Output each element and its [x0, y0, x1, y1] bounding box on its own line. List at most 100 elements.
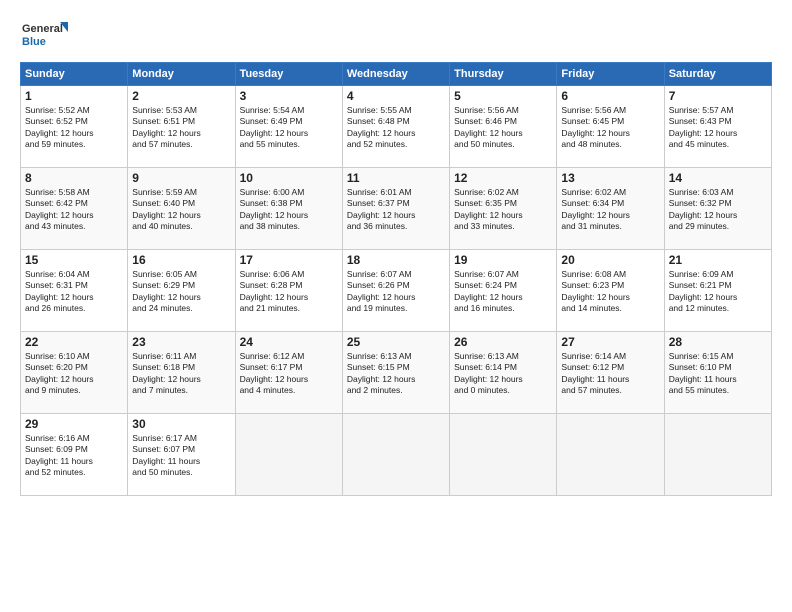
week-row-3: 15Sunrise: 6:04 AMSunset: 6:31 PMDayligh… — [21, 250, 772, 332]
day-number: 25 — [347, 335, 445, 349]
day-cell: 24 Sunrise: 6:12 AMSunset: 6:17 PMDayligh… — [235, 332, 342, 414]
svg-text:Blue: Blue — [22, 36, 46, 48]
col-header-monday: Monday — [128, 63, 235, 86]
day-number: 2 — [132, 89, 230, 103]
day-cell: 5 Sunrise: 5:56 AMSunset: 6:46 PMDaylight… — [450, 86, 557, 168]
day-number: 5 — [454, 89, 552, 103]
day-info: Sunrise: 6:03 AMSunset: 6:32 PMDaylight:… — [669, 187, 767, 233]
col-header-friday: Friday — [557, 63, 664, 86]
day-number: 6 — [561, 89, 659, 103]
day-number: 22 — [25, 335, 123, 349]
day-info: Sunrise: 6:13 AMSunset: 6:14 PMDaylight:… — [454, 351, 552, 397]
day-cell: 16 Sunrise: 6:05 AMSunset: 6:29 PMDayligh… — [128, 250, 235, 332]
day-cell: 26 Sunrise: 6:13 AMSunset: 6:14 PMDayligh… — [450, 332, 557, 414]
day-info: Sunrise: 5:56 AMSunset: 6:46 PMDaylight:… — [454, 105, 552, 151]
day-number: 14 — [669, 171, 767, 185]
svg-text:General: General — [22, 23, 63, 35]
day-number: 29 — [25, 417, 123, 431]
calendar-table: SundayMondayTuesdayWednesdayThursdayFrid… — [20, 62, 772, 496]
col-header-thursday: Thursday — [450, 63, 557, 86]
day-cell: 8 Sunrise: 5:58 AMSunset: 6:42 PMDaylight… — [21, 168, 128, 250]
logo-svg: General Blue — [20, 18, 70, 54]
day-info: Sunrise: 6:14 AMSunset: 6:12 PMDaylight:… — [561, 351, 659, 397]
day-cell: 23 Sunrise: 6:11 AMSunset: 6:18 PMDayligh… — [128, 332, 235, 414]
day-info: Sunrise: 5:55 AMSunset: 6:48 PMDaylight:… — [347, 105, 445, 151]
day-cell: 17Sunrise: 6:06 AMSunset: 6:28 PMDayligh… — [235, 250, 342, 332]
day-cell: 21Sunrise: 6:09 AMSunset: 6:21 PMDayligh… — [664, 250, 771, 332]
day-info: Sunrise: 5:56 AMSunset: 6:45 PMDaylight:… — [561, 105, 659, 151]
day-cell: 9 Sunrise: 5:59 AMSunset: 6:40 PMDaylight… — [128, 168, 235, 250]
day-number: 21 — [669, 253, 767, 267]
week-row-4: 22Sunrise: 6:10 AMSunset: 6:20 PMDayligh… — [21, 332, 772, 414]
day-number: 30 — [132, 417, 230, 431]
day-cell: 4Sunrise: 5:55 AMSunset: 6:48 PMDaylight… — [342, 86, 449, 168]
day-cell — [342, 414, 449, 496]
day-number: 15 — [25, 253, 123, 267]
header: General Blue — [20, 18, 772, 54]
day-number: 23 — [132, 335, 230, 349]
day-cell — [664, 414, 771, 496]
day-info: Sunrise: 5:53 AMSunset: 6:51 PMDaylight:… — [132, 105, 230, 151]
day-info: Sunrise: 6:07 AMSunset: 6:24 PMDaylight:… — [454, 269, 552, 315]
day-number: 17 — [240, 253, 338, 267]
day-info: Sunrise: 6:02 AMSunset: 6:34 PMDaylight:… — [561, 187, 659, 233]
day-info: Sunrise: 6:17 AMSunset: 6:07 PMDaylight:… — [132, 433, 230, 479]
day-cell: 28Sunrise: 6:15 AMSunset: 6:10 PMDayligh… — [664, 332, 771, 414]
day-cell: 22Sunrise: 6:10 AMSunset: 6:20 PMDayligh… — [21, 332, 128, 414]
day-number: 16 — [132, 253, 230, 267]
day-number: 24 — [240, 335, 338, 349]
day-cell: 19 Sunrise: 6:07 AMSunset: 6:24 PMDayligh… — [450, 250, 557, 332]
week-row-2: 8 Sunrise: 5:58 AMSunset: 6:42 PMDaylight… — [21, 168, 772, 250]
day-info: Sunrise: 6:00 AMSunset: 6:38 PMDaylight:… — [240, 187, 338, 233]
day-cell: 18 Sunrise: 6:07 AMSunset: 6:26 PMDayligh… — [342, 250, 449, 332]
col-header-saturday: Saturday — [664, 63, 771, 86]
day-cell: 13 Sunrise: 6:02 AMSunset: 6:34 PMDayligh… — [557, 168, 664, 250]
day-number: 3 — [240, 89, 338, 103]
day-number: 9 — [132, 171, 230, 185]
day-cell: 14 Sunrise: 6:03 AMSunset: 6:32 PMDayligh… — [664, 168, 771, 250]
day-cell: 29Sunrise: 6:16 AMSunset: 6:09 PMDayligh… — [21, 414, 128, 496]
day-number: 13 — [561, 171, 659, 185]
day-number: 1 — [25, 89, 123, 103]
logo: General Blue — [20, 18, 70, 54]
day-info: Sunrise: 6:05 AMSunset: 6:29 PMDaylight:… — [132, 269, 230, 315]
week-row-1: 1 Sunrise: 5:52 AMSunset: 6:52 PMDaylight… — [21, 86, 772, 168]
day-number: 19 — [454, 253, 552, 267]
day-number: 7 — [669, 89, 767, 103]
day-info: Sunrise: 6:11 AMSunset: 6:18 PMDaylight:… — [132, 351, 230, 397]
day-info: Sunrise: 6:08 AMSunset: 6:23 PMDaylight:… — [561, 269, 659, 315]
day-cell: 25 Sunrise: 6:13 AMSunset: 6:15 PMDayligh… — [342, 332, 449, 414]
day-info: Sunrise: 6:07 AMSunset: 6:26 PMDaylight:… — [347, 269, 445, 315]
day-info: Sunrise: 6:01 AMSunset: 6:37 PMDaylight:… — [347, 187, 445, 233]
day-number: 26 — [454, 335, 552, 349]
day-info: Sunrise: 6:13 AMSunset: 6:15 PMDaylight:… — [347, 351, 445, 397]
day-cell: 30 Sunrise: 6:17 AMSunset: 6:07 PMDayligh… — [128, 414, 235, 496]
day-number: 18 — [347, 253, 445, 267]
day-cell: 20 Sunrise: 6:08 AMSunset: 6:23 PMDayligh… — [557, 250, 664, 332]
day-number: 10 — [240, 171, 338, 185]
day-info: Sunrise: 5:59 AMSunset: 6:40 PMDaylight:… — [132, 187, 230, 233]
day-number: 8 — [25, 171, 123, 185]
day-info: Sunrise: 5:52 AMSunset: 6:52 PMDaylight:… — [25, 105, 123, 151]
day-info: Sunrise: 5:58 AMSunset: 6:42 PMDaylight:… — [25, 187, 123, 233]
day-number: 11 — [347, 171, 445, 185]
day-info: Sunrise: 6:02 AMSunset: 6:35 PMDaylight:… — [454, 187, 552, 233]
day-cell: 27 Sunrise: 6:14 AMSunset: 6:12 PMDayligh… — [557, 332, 664, 414]
day-number: 20 — [561, 253, 659, 267]
day-number: 28 — [669, 335, 767, 349]
day-number: 12 — [454, 171, 552, 185]
day-info: Sunrise: 5:57 AMSunset: 6:43 PMDaylight:… — [669, 105, 767, 151]
day-cell: 6 Sunrise: 5:56 AMSunset: 6:45 PMDaylight… — [557, 86, 664, 168]
day-cell — [450, 414, 557, 496]
col-header-wednesday: Wednesday — [342, 63, 449, 86]
week-row-5: 29Sunrise: 6:16 AMSunset: 6:09 PMDayligh… — [21, 414, 772, 496]
day-cell: 15Sunrise: 6:04 AMSunset: 6:31 PMDayligh… — [21, 250, 128, 332]
day-info: Sunrise: 6:12 AMSunset: 6:17 PMDaylight:… — [240, 351, 338, 397]
calendar-page: General Blue SundayMondayTuesdayWednesda… — [0, 0, 792, 612]
col-header-tuesday: Tuesday — [235, 63, 342, 86]
day-cell — [235, 414, 342, 496]
day-cell: 1 Sunrise: 5:52 AMSunset: 6:52 PMDaylight… — [21, 86, 128, 168]
day-number: 27 — [561, 335, 659, 349]
day-cell — [557, 414, 664, 496]
day-cell: 2 Sunrise: 5:53 AMSunset: 6:51 PMDaylight… — [128, 86, 235, 168]
